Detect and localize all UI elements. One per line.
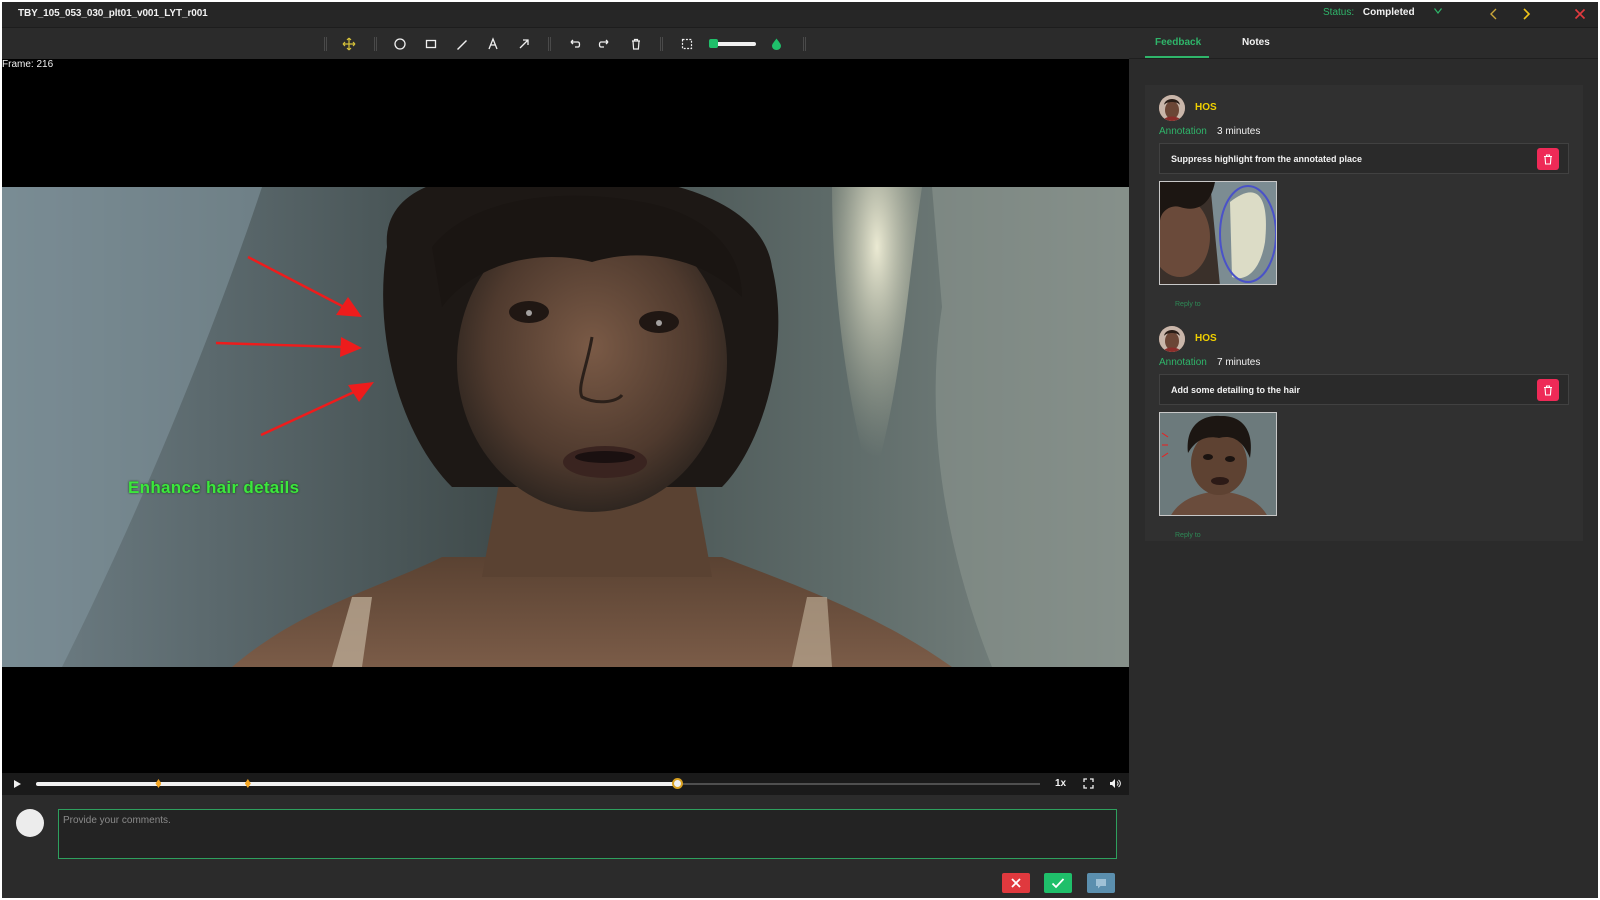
feedback-list: HOS Annotation 3 minutes Suppress highli…: [1145, 85, 1583, 541]
chevron-right-icon[interactable]: [1521, 8, 1531, 20]
brush-size-handle[interactable]: [709, 39, 718, 48]
brush-size-slider[interactable]: [712, 42, 756, 46]
trash-icon: [1544, 384, 1552, 396]
review-app: TBY_105_053_030_plt01_v001_LYT_r001 Stat…: [2, 2, 1598, 898]
add-note-button[interactable]: [1087, 873, 1115, 893]
annotation-thumbnail[interactable]: [1159, 181, 1277, 285]
feedback-text-box: Add some detailing to the hair: [1159, 374, 1569, 405]
fullscreen-icon[interactable]: [1083, 778, 1094, 789]
annotation-thumbnail-image: [1160, 413, 1276, 515]
reply-link[interactable]: Reply to: [1175, 532, 1201, 539]
toolbar-divider: [660, 37, 663, 51]
file-title: TBY_105_053_030_plt01_v001_LYT_r001: [18, 8, 208, 19]
annotation-toolbar: [2, 29, 1129, 59]
chevron-left-icon[interactable]: [1489, 8, 1499, 20]
playhead-handle[interactable]: [671, 778, 683, 789]
avatar: [1159, 95, 1185, 121]
trash-icon[interactable]: [629, 37, 643, 51]
feedback-timestamp: 3 minutes: [1217, 126, 1261, 137]
text-icon[interactable]: [486, 37, 500, 51]
playback-speed[interactable]: 1x: [1055, 778, 1066, 789]
annotation-label: Enhance hair details: [128, 478, 300, 497]
select-icon[interactable]: [680, 37, 694, 51]
volume-icon[interactable]: [1109, 778, 1121, 789]
avatar: [1159, 326, 1185, 352]
color-drop-icon[interactable]: [771, 38, 782, 50]
play-icon[interactable]: [12, 779, 22, 789]
top-bar: TBY_105_053_030_plt01_v001_LYT_r001 Stat…: [2, 2, 1598, 28]
annotation-marker[interactable]: [155, 779, 162, 788]
comment-composer: [2, 795, 1129, 898]
video-frame: Enhance hair details: [2, 187, 1129, 667]
feedback-text-box: Suppress highlight from the annotated pl…: [1159, 143, 1569, 174]
toolbar-divider: [548, 37, 551, 51]
submit-button[interactable]: [1044, 873, 1072, 893]
pen-icon[interactable]: [455, 37, 469, 51]
comment-input[interactable]: [58, 809, 1117, 859]
close-icon: [1011, 878, 1021, 888]
annotation-thumbnail-image: [1160, 182, 1276, 284]
toolbar-divider: [803, 37, 806, 51]
status-display: Status: Completed: [1323, 7, 1415, 18]
redo-icon[interactable]: [598, 37, 612, 51]
annotation-thumbnail[interactable]: [1159, 412, 1277, 516]
status-label: Status:: [1323, 7, 1355, 18]
active-tab-indicator: [1145, 56, 1209, 58]
toolbar-divider: [324, 37, 327, 51]
timeline-progress: [36, 782, 678, 786]
close-icon[interactable]: [1574, 8, 1586, 20]
panel-tabs: Feedback Notes: [1129, 29, 1598, 59]
feedback-panel: Feedback Notes HOS Annotation 3 minutes …: [1129, 29, 1598, 898]
feedback-type: Annotation: [1159, 357, 1207, 368]
tab-feedback[interactable]: Feedback: [1155, 37, 1201, 48]
rectangle-icon[interactable]: [424, 37, 438, 51]
feedback-text: Suppress highlight from the annotated pl…: [1171, 154, 1363, 164]
check-icon: [1051, 878, 1065, 889]
undo-icon[interactable]: [567, 37, 581, 51]
video-viewer[interactable]: Enhance hair details: [2, 59, 1129, 773]
arrow-icon[interactable]: [517, 37, 531, 51]
feedback-author: HOS: [1195, 102, 1217, 113]
trash-icon: [1544, 153, 1552, 165]
status-value: Completed: [1362, 7, 1415, 18]
feedback-text: Add some detailing to the hair: [1171, 385, 1301, 395]
cancel-button[interactable]: [1002, 873, 1030, 893]
annotation-marker[interactable]: [244, 779, 251, 788]
delete-feedback-button[interactable]: [1537, 379, 1559, 401]
move-icon[interactable]: [342, 37, 356, 51]
chevron-down-icon[interactable]: [1434, 8, 1442, 14]
video-frame-image: [2, 187, 1129, 667]
delete-feedback-button[interactable]: [1537, 148, 1559, 170]
circle-icon[interactable]: [393, 37, 407, 51]
toolbar-divider: [374, 37, 377, 51]
feedback-author: HOS: [1195, 333, 1217, 344]
comment-icon: [1096, 878, 1106, 888]
feedback-timestamp: 7 minutes: [1217, 357, 1261, 368]
frame-counter: Frame: 216: [2, 59, 54, 70]
feedback-type: Annotation: [1159, 126, 1207, 137]
reply-link[interactable]: Reply to: [1175, 301, 1201, 308]
tab-notes[interactable]: Notes: [1242, 37, 1270, 48]
timeline: 1x: [2, 773, 1129, 795]
avatar: [16, 809, 44, 837]
